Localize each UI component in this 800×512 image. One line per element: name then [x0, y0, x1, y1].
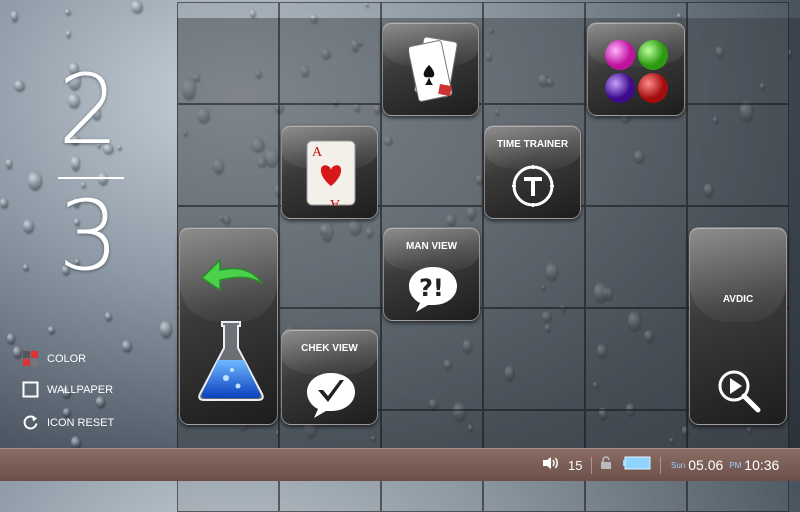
clock[interactable]: Sun 05.06 PM 10:36 — [671, 449, 779, 481]
grid-cell — [381, 104, 483, 206]
page-divider — [58, 177, 124, 179]
flask-icon — [196, 320, 266, 407]
volume-control[interactable]: 15 — [542, 449, 582, 481]
icon-reset-option[interactable]: ICON RESET — [22, 414, 114, 431]
grid-cell — [585, 104, 687, 206]
lock-icon — [600, 455, 612, 475]
date-label: 05.06 — [688, 457, 724, 473]
icon-reset-label: ICON RESET — [47, 416, 115, 429]
color-icon — [22, 350, 39, 367]
man-view-tile[interactable]: MAN VIEW ?! — [383, 227, 480, 321]
wallpaper-label: WALLPAPER — [47, 383, 114, 396]
check-bubble-icon — [304, 370, 358, 424]
time-label: 10:36 — [744, 457, 780, 473]
lock-indicator[interactable] — [600, 449, 612, 481]
grid-cell — [483, 2, 585, 104]
svg-text:A: A — [312, 145, 323, 160]
refresh-icon — [22, 414, 39, 431]
grid-cell — [585, 206, 687, 308]
card-game-tile[interactable]: A A — [281, 125, 378, 219]
grid-cell — [483, 308, 585, 410]
timer-icon — [511, 164, 555, 213]
time-trainer-label: TIME TRAINER — [496, 139, 569, 150]
grid-cell — [279, 2, 381, 104]
svg-text:A: A — [329, 196, 340, 206]
current-page-number: 2 — [58, 54, 120, 166]
ace-of-hearts-icon: A A — [306, 140, 356, 211]
grid-cell — [687, 2, 789, 104]
grid-cell — [279, 206, 381, 308]
taskbar-separator — [591, 457, 592, 474]
playing-cards-icon — [407, 35, 459, 112]
chek-view-tile[interactable]: CHEK VIEW — [281, 329, 378, 425]
avdic-label: AVDIC — [722, 294, 754, 305]
ampm-label: PM — [729, 460, 742, 470]
back-arrow-icon — [198, 252, 266, 297]
grid-cell — [381, 308, 483, 410]
taskbar-separator — [660, 457, 661, 474]
speaker-icon — [542, 456, 560, 475]
grid-cell — [177, 2, 279, 104]
volume-level: 15 — [568, 457, 583, 473]
color-label: COLOR — [47, 352, 87, 365]
magnifier-play-icon — [716, 368, 762, 419]
color-option[interactable]: COLOR — [22, 350, 86, 367]
app-grid: A A TIME TRAINER MAN VIEW ?! CHEK VIEW A… — [177, 2, 800, 512]
wallpaper-option[interactable]: WALLPAPER — [22, 381, 113, 398]
svg-text:?!: ?! — [419, 274, 444, 302]
battery-indicator — [623, 449, 651, 481]
back-lab-tile[interactable] — [179, 227, 278, 425]
grid-cell — [483, 206, 585, 308]
chek-view-label: CHEK VIEW — [301, 343, 358, 354]
total-pages-number: 3 — [58, 180, 120, 292]
taskbar: 15 Sun 05.06 PM 10:36 — [0, 448, 800, 481]
grid-cell — [687, 104, 789, 206]
day-label: Sun — [671, 460, 686, 470]
avdic-tile[interactable]: AVDIC — [689, 227, 787, 425]
left-panel: 2 3 COLOR WALLPAPER ICON RESET — [0, 0, 177, 448]
grid-cell — [177, 104, 279, 206]
time-trainer-tile[interactable]: TIME TRAINER — [484, 125, 581, 219]
balls-game-tile[interactable] — [587, 22, 685, 116]
grid-cell — [585, 308, 687, 410]
man-view-label: MAN VIEW — [405, 241, 458, 252]
battery-icon — [623, 456, 651, 475]
solitaire-tile[interactable] — [382, 22, 479, 116]
wallpaper-icon — [22, 381, 39, 398]
colored-balls-icon — [604, 39, 670, 110]
question-bubble-icon: ?! — [406, 264, 460, 319]
